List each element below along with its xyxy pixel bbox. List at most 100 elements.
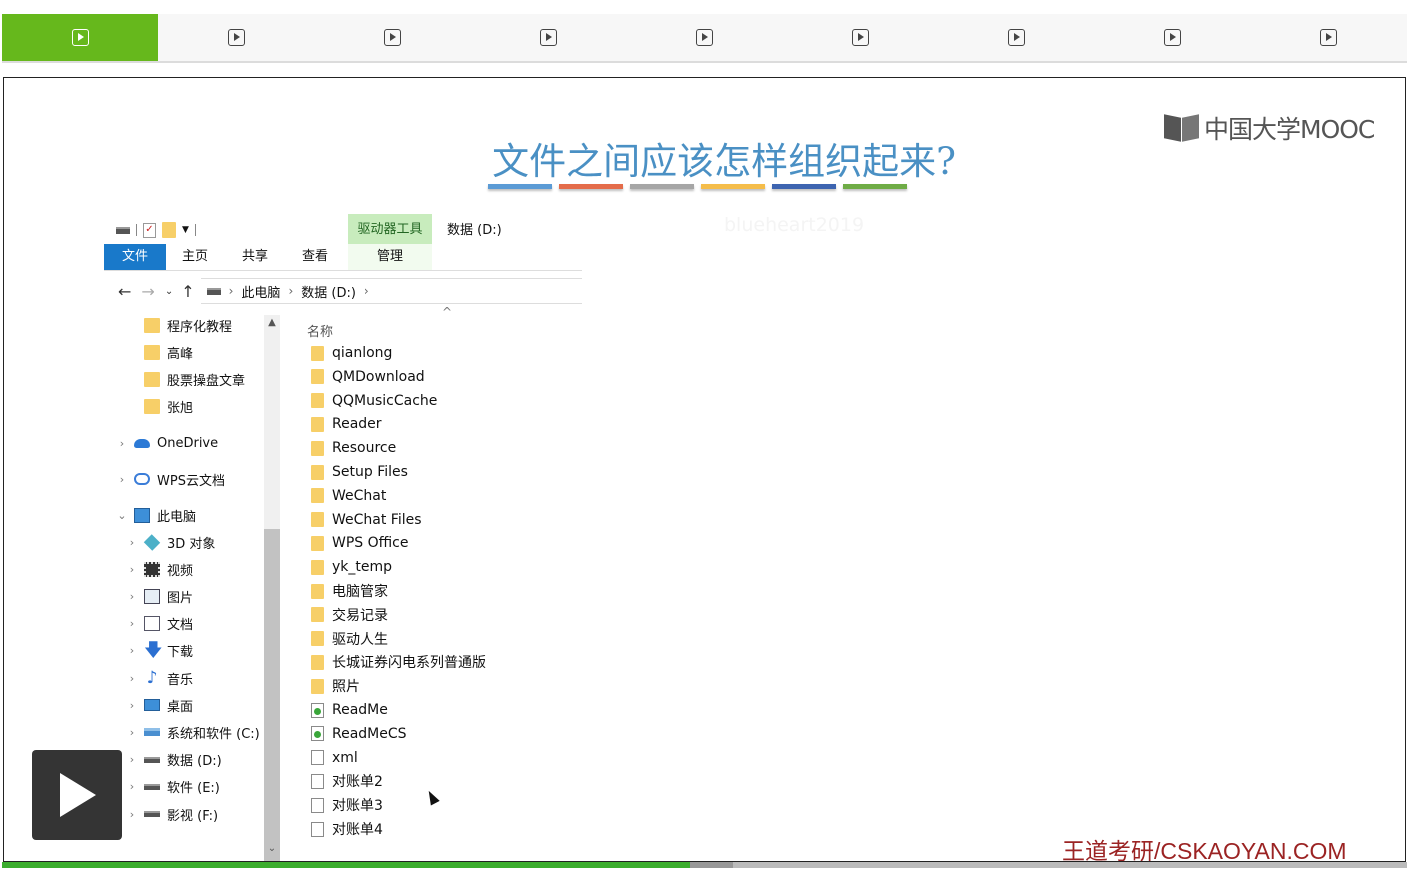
scroll-up-icon[interactable]: ▲ bbox=[264, 317, 280, 328]
nav-item-pc-child[interactable]: › 软件 (E:) bbox=[130, 777, 220, 797]
chapter-tab[interactable] bbox=[1094, 14, 1250, 61]
video-progress-bar[interactable] bbox=[2, 862, 1407, 868]
file-list-item[interactable]: 长城证券闪电系列普通版 bbox=[311, 652, 486, 672]
chapter-tab[interactable] bbox=[2, 14, 158, 61]
chevron-right-icon[interactable]: › bbox=[116, 437, 128, 450]
nav-item-pc-child[interactable]: › 数据 (D:) bbox=[120, 747, 300, 772]
chevron-right-icon[interactable]: › bbox=[126, 726, 138, 739]
breadcrumb-this-pc[interactable]: 此电脑 bbox=[241, 282, 280, 301]
tab-share[interactable]: 共享 bbox=[242, 244, 268, 270]
properties-icon[interactable]: ✓ bbox=[143, 222, 156, 238]
chevron-right-icon[interactable]: › bbox=[126, 644, 138, 657]
address-bar[interactable]: › 此电脑 › 数据 (D:) › bbox=[200, 278, 582, 304]
chevron-down-icon[interactable]: ⌄ bbox=[116, 509, 128, 522]
file-name: qianlong bbox=[332, 345, 393, 361]
nav-item-pc-child[interactable]: › 3D 对象 bbox=[130, 532, 215, 552]
nav-item-this-pc[interactable]: ⌄ 此电脑 bbox=[117, 505, 196, 525]
chevron-right-icon[interactable]: › bbox=[126, 617, 138, 630]
3d-objects-icon bbox=[143, 533, 161, 551]
progress-buffered bbox=[690, 862, 733, 868]
nav-item-label: 图片 bbox=[167, 590, 194, 606]
file-list-item[interactable]: QMDownload bbox=[311, 367, 425, 387]
sort-ascending-icon: ^ bbox=[442, 305, 453, 319]
file-list-item[interactable]: yk_temp bbox=[311, 557, 392, 577]
file-list-item[interactable]: 对账单3 bbox=[311, 795, 383, 815]
tab-view[interactable]: 查看 bbox=[302, 244, 328, 270]
chevron-right-icon[interactable]: › bbox=[288, 284, 293, 298]
chevron-right-icon[interactable]: › bbox=[364, 284, 369, 298]
tab-file[interactable]: 文件 bbox=[104, 244, 166, 270]
file-list-item[interactable]: 照片 bbox=[311, 676, 360, 696]
chapter-tab[interactable] bbox=[626, 14, 782, 61]
play-icon bbox=[1163, 29, 1181, 46]
nav-item-pc-child[interactable]: › 图片 bbox=[130, 586, 194, 606]
file-list-item[interactable]: Reader bbox=[311, 414, 382, 434]
file-list-item[interactable]: 交易记录 bbox=[311, 605, 388, 625]
chevron-right-icon[interactable]: › bbox=[126, 808, 138, 821]
chapter-tab[interactable] bbox=[1250, 14, 1406, 61]
file-list-item[interactable]: WPS Office bbox=[311, 533, 409, 553]
nav-scroll-thumb[interactable] bbox=[264, 529, 280, 861]
file-list-item[interactable]: 电脑管家 bbox=[311, 581, 388, 601]
file-list-item[interactable]: qianlong bbox=[311, 343, 392, 363]
toolbar-divider bbox=[194, 224, 196, 236]
footer-brand: 王道考研/CSKAOYAN.COM bbox=[1062, 838, 1347, 862]
nav-item-pinned-folder[interactable]: 高峰 bbox=[144, 342, 193, 362]
chapter-tab[interactable] bbox=[938, 14, 1094, 61]
file-list-item[interactable]: 对账单4 bbox=[311, 819, 383, 839]
nav-item-pc-child[interactable]: › 系统和软件 (C:) bbox=[130, 722, 260, 742]
tab-manage[interactable]: 管理 bbox=[348, 244, 432, 270]
chevron-right-icon[interactable]: › bbox=[126, 536, 138, 549]
recent-locations-chevron-icon[interactable]: ⌄ bbox=[165, 286, 173, 297]
chevron-right-icon[interactable]: › bbox=[126, 753, 138, 766]
back-arrow-icon[interactable]: ← bbox=[118, 282, 131, 301]
nav-item-pinned-folder[interactable]: 张旭 bbox=[144, 396, 193, 416]
file-list-item[interactable]: Resource bbox=[311, 438, 396, 458]
breadcrumb-drive-d[interactable]: 数据 (D:) bbox=[301, 282, 356, 301]
chapter-tab[interactable] bbox=[782, 14, 938, 61]
folder-icon bbox=[311, 369, 324, 385]
chevron-right-icon[interactable]: › bbox=[126, 672, 138, 685]
nav-item-wps-cloud[interactable]: › WPS云文档 bbox=[120, 469, 225, 489]
up-arrow-icon[interactable]: ↑ bbox=[181, 282, 194, 301]
chapter-tab[interactable] bbox=[470, 14, 626, 61]
nav-item-pc-child[interactable]: › 桌面 bbox=[130, 695, 193, 715]
play-button[interactable] bbox=[32, 750, 122, 840]
nav-item-pinned-folder[interactable]: 股票操盘文章 bbox=[144, 369, 245, 389]
chapter-tab[interactable] bbox=[314, 14, 470, 61]
file-name: QQMusicCache bbox=[332, 392, 438, 409]
chevron-right-icon[interactable]: › bbox=[126, 563, 138, 576]
file-list-item[interactable]: WeChat Files bbox=[311, 510, 422, 530]
nav-item-pc-child[interactable]: › ♪ 音乐 bbox=[130, 668, 193, 688]
file-name: 交易记录 bbox=[332, 607, 388, 624]
nav-item-onedrive[interactable]: › OneDrive bbox=[120, 433, 218, 453]
file-list-item[interactable]: ReadMeCS bbox=[311, 724, 407, 744]
chevron-down-icon[interactable]: ▼ bbox=[182, 225, 189, 235]
file-list-item[interactable]: ReadMe bbox=[311, 700, 388, 720]
nav-item-pc-child[interactable]: › 视频 bbox=[130, 559, 193, 579]
nav-item-pc-child[interactable]: › 文档 bbox=[130, 614, 193, 634]
forward-arrow-icon[interactable]: → bbox=[141, 282, 154, 301]
file-list-item[interactable]: xml bbox=[311, 748, 358, 768]
file-list-item[interactable]: Setup Files bbox=[311, 462, 408, 482]
new-folder-icon[interactable] bbox=[162, 222, 176, 238]
chapter-tab[interactable] bbox=[158, 14, 314, 61]
nav-item-pc-child[interactable]: › 影视 (F:) bbox=[130, 804, 218, 824]
chevron-right-icon[interactable]: › bbox=[229, 284, 234, 298]
file-list-item[interactable]: 驱动人生 bbox=[311, 629, 388, 649]
nav-item-label: 系统和软件 (C:) bbox=[167, 726, 260, 742]
column-header-name[interactable]: 名称 bbox=[307, 321, 333, 340]
file-list-item[interactable]: QQMusicCache bbox=[311, 391, 437, 411]
slide-title: 文件之间应该怎样组织起来? bbox=[492, 140, 956, 183]
file-list-item[interactable]: 对账单2 bbox=[311, 771, 383, 791]
chevron-right-icon[interactable]: › bbox=[126, 590, 138, 603]
chevron-right-icon[interactable]: › bbox=[116, 473, 128, 486]
nav-item-pc-child[interactable]: › 🡇 下载 bbox=[130, 641, 193, 661]
chevron-right-icon[interactable]: › bbox=[126, 780, 138, 793]
chevron-right-icon[interactable]: › bbox=[126, 699, 138, 712]
file-list-item[interactable]: WeChat bbox=[311, 486, 386, 506]
scroll-down-icon[interactable]: ⌄ bbox=[264, 843, 280, 854]
tab-home[interactable]: 主页 bbox=[182, 244, 208, 270]
nav-item-pinned-folder[interactable]: 程序化教程 bbox=[144, 315, 232, 335]
progress-played bbox=[2, 862, 691, 868]
